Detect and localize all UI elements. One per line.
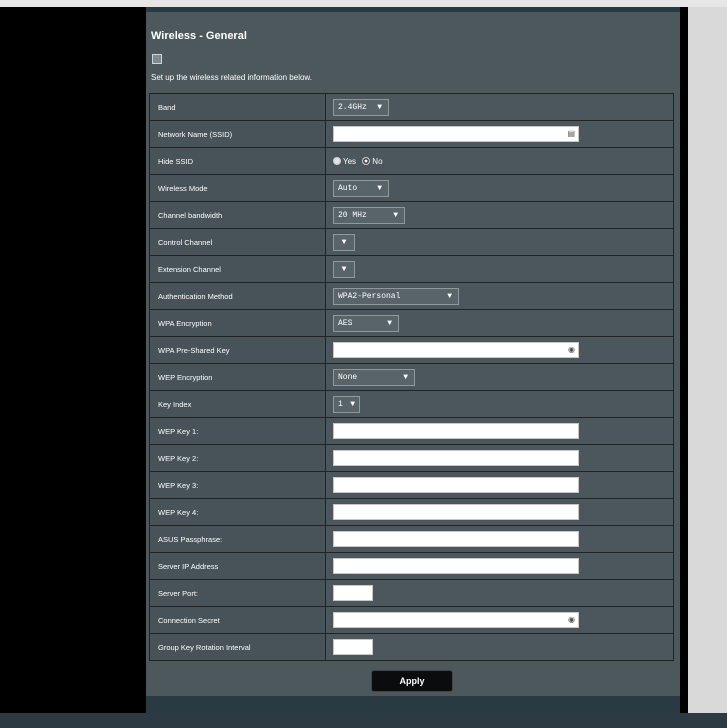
extension-channel-select[interactable]: ▼ (333, 260, 355, 278)
row-server-port: Server Port: (149, 579, 674, 607)
chevron-down-icon: ▼ (447, 291, 452, 301)
chevron-down-icon: ▼ (403, 372, 408, 382)
wireless-mode-label: Wireless Mode (149, 174, 326, 202)
wep-encryption-label: WEP Encryption (149, 363, 326, 391)
row-connection-secret: Connection Secret ◉ (149, 606, 674, 634)
wep-key-3-label: WEP Key 3: (149, 471, 326, 499)
chevron-down-icon: ▼ (350, 399, 355, 409)
hide-ssid-radio-group: Yes No (333, 157, 383, 166)
band-select[interactable]: 2.4GHz ▼ (333, 98, 389, 116)
row-key-index: Key Index 1 ▼ (149, 390, 674, 418)
wep-key-1-label: WEP Key 1: (149, 417, 326, 445)
control-channel-label: Control Channel (149, 228, 326, 256)
row-ssid: Network Name (SSID) ▤ (149, 120, 674, 148)
row-extension-channel: Extension Channel ▼ (149, 255, 674, 283)
control-channel-select[interactable]: ▼ (333, 233, 355, 251)
row-wpa-encryption: WPA Encryption AES ▼ (149, 309, 674, 337)
row-group-key-interval: Group Key Rotation Interval (149, 633, 674, 661)
wep-key-2-label: WEP Key 2: (149, 444, 326, 472)
hide-ssid-yes-label: Yes (343, 156, 357, 166)
row-wep-key-4: WEP Key 4: (149, 498, 674, 526)
row-wireless-mode: Wireless Mode Auto ▼ (149, 174, 674, 202)
hide-ssid-label: Hide SSID (149, 147, 326, 175)
wireless-settings-table: Band 2.4GHz ▼ Network Name (SSID) ▤ Hide… (149, 93, 674, 661)
group-key-interval-input[interactable] (333, 639, 373, 655)
server-port-label: Server Port: (149, 579, 326, 607)
wpa-psk-label: WPA Pre-Shared Key (149, 336, 326, 364)
hide-ssid-yes-radio[interactable] (333, 157, 341, 166)
chevron-down-icon: ▼ (341, 264, 347, 274)
wep-key-3-input[interactable] (333, 477, 579, 493)
ssid-input[interactable]: ▤ (333, 126, 579, 142)
wep-key-4-input[interactable] (333, 504, 579, 520)
wep-key-2-input[interactable] (333, 450, 579, 466)
id-card-icon[interactable]: ▤ (567, 129, 575, 139)
hide-ssid-no-radio[interactable] (362, 157, 371, 166)
wep-encryption-select[interactable]: None ▼ (333, 368, 415, 386)
row-wep-encryption: WEP Encryption None ▼ (149, 363, 674, 391)
wep-key-4-label: WEP Key 4: (149, 498, 326, 526)
chevron-down-icon: ▼ (393, 210, 398, 220)
asus-passphrase-label: ASUS Passphrase: (149, 525, 326, 553)
hide-ssid-no-label: No (372, 156, 383, 166)
eye-icon[interactable]: ◉ (568, 345, 575, 355)
wpa-encryption-label: WPA Encryption (149, 309, 326, 337)
channel-bandwidth-label: Channel bandwidth (149, 201, 326, 229)
row-auth-method: Authentication Method WPA2-Personal ▼ (149, 282, 674, 310)
server-ip-label: Server IP Address (149, 552, 326, 580)
server-ip-input[interactable] (333, 558, 579, 574)
broken-image-icon (152, 54, 162, 64)
bottom-strip (0, 713, 727, 728)
eye-icon[interactable]: ◉ (568, 615, 575, 625)
wireless-general-panel: Wireless - General Set up the wireless r… (146, 12, 680, 696)
row-channel-bandwidth: Channel bandwidth 20 MHz ▼ (149, 201, 674, 229)
chevron-down-icon: ▼ (341, 237, 347, 247)
connection-secret-input[interactable]: ◉ (333, 612, 579, 628)
row-wpa-psk: WPA Pre-Shared Key ◉ (149, 336, 674, 364)
row-hide-ssid: Hide SSID Yes No (149, 147, 674, 175)
row-wep-key-2: WEP Key 2: (149, 444, 674, 472)
auth-method-label: Authentication Method (149, 282, 326, 310)
connection-secret-label: Connection Secret (149, 606, 326, 634)
auth-method-select[interactable]: WPA2-Personal ▼ (333, 287, 459, 305)
wpa-encryption-select[interactable]: AES ▼ (333, 314, 399, 332)
wep-key-1-input[interactable] (333, 423, 579, 439)
row-wep-key-3: WEP Key 3: (149, 471, 674, 499)
ssid-label: Network Name (SSID) (149, 120, 326, 148)
wireless-mode-select[interactable]: Auto ▼ (333, 179, 389, 197)
server-port-input[interactable] (333, 585, 373, 601)
row-wep-key-1: WEP Key 1: (149, 417, 674, 445)
right-border (680, 7, 688, 713)
key-index-label: Key Index (149, 390, 326, 418)
row-control-channel: Control Channel ▼ (149, 228, 674, 256)
apply-button[interactable]: Apply (371, 670, 453, 692)
channel-bandwidth-select[interactable]: 20 MHz ▼ (333, 206, 405, 224)
wpa-psk-input[interactable]: ◉ (333, 342, 579, 358)
extension-channel-label: Extension Channel (149, 255, 326, 283)
browser-top-strip (0, 0, 727, 7)
row-server-ip: Server IP Address (149, 552, 674, 580)
row-asus-passphrase: ASUS Passphrase: (149, 525, 674, 553)
group-key-interval-label: Group Key Rotation Interval (149, 633, 326, 661)
left-sidebar-background (0, 7, 146, 713)
key-index-select[interactable]: 1 ▼ (333, 395, 360, 413)
band-label: Band (149, 93, 326, 121)
row-band: Band 2.4GHz ▼ (149, 93, 674, 121)
page-description: Set up the wireless related information … (151, 73, 312, 82)
chevron-down-icon: ▼ (387, 318, 392, 328)
right-scroll-area (688, 7, 727, 713)
chevron-down-icon: ▼ (377, 102, 382, 112)
asus-passphrase-input[interactable] (333, 531, 579, 547)
chevron-down-icon: ▼ (377, 183, 382, 193)
page-title: Wireless - General (151, 30, 247, 42)
